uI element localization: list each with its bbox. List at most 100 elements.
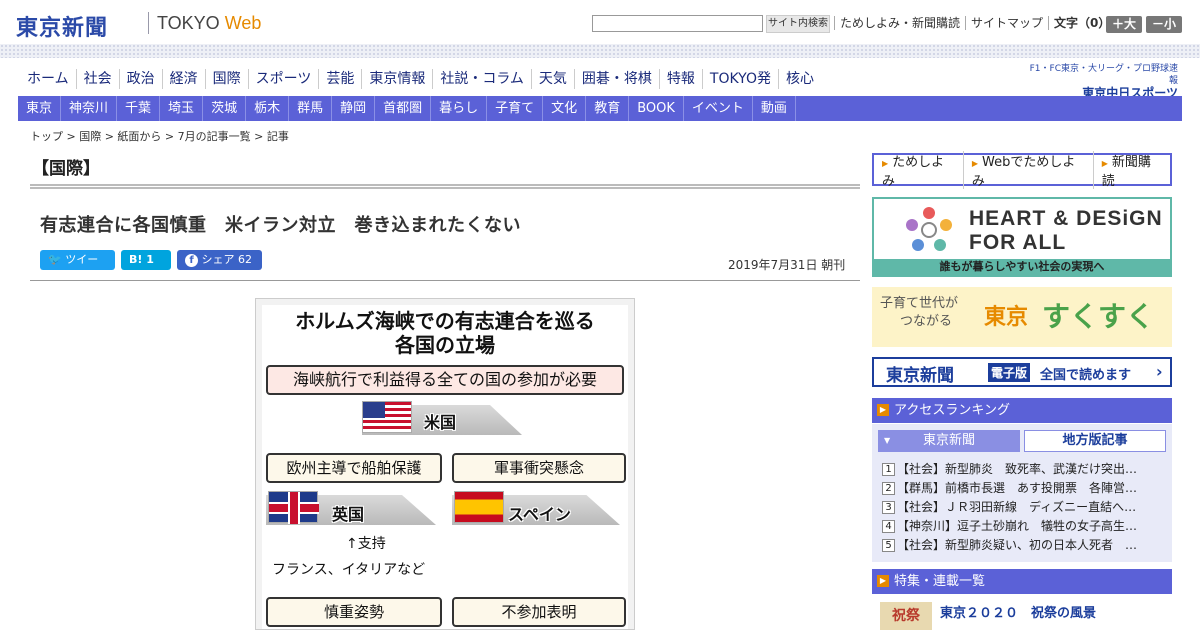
ranking-list: 1 【社会】新型肺炎 致死率、武漢だけ突出… 2 【群馬】前橋市長選 あす投開票 各… <box>882 460 1164 555</box>
nav-tokyo-hatsu[interactable]: TOKYO発 <box>701 69 778 89</box>
nav-tokyo-info[interactable]: 東京情報 <box>361 69 432 89</box>
feature-thumbnail: 祝祭 <box>880 602 932 630</box>
sidebar-link-web-trial[interactable]: Webでためしよみ <box>964 150 1094 189</box>
support-label: ↑支持 <box>346 536 386 552</box>
reg-tochigi[interactable]: 栃木 <box>246 96 290 121</box>
us-label: 米国 <box>424 413 457 432</box>
sidebar-link-subscribe[interactable]: 新聞購読 <box>1094 151 1170 189</box>
reg-kosodate[interactable]: 子育て <box>487 96 544 121</box>
logo-sub-web: Web <box>224 13 262 33</box>
ranking-item-text: 【社会】ＪＲ羽田新線 ディズニー直結へ… <box>897 500 1137 514</box>
ranking-tab-tokyo[interactable]: 東京新聞 <box>878 430 1020 452</box>
uk-position-box: 欧州主導で船舶保護 <box>266 453 442 483</box>
e-shinbun-banner[interactable]: 東京新聞 電子版 全国で読めます › <box>872 357 1172 387</box>
tweet-button[interactable]: 🐦 ツイート <box>40 250 115 286</box>
nav-weather[interactable]: 天気 <box>530 69 574 89</box>
search-button[interactable]: サイト内検索 <box>766 15 830 33</box>
nav-kakushin[interactable]: 核心 <box>777 69 821 89</box>
e-shinbun-tag: 電子版 <box>988 363 1031 382</box>
nonparticipation-box: 不参加表明 <box>452 597 626 627</box>
nav-editorial[interactable]: 社説・コラム <box>432 69 531 89</box>
feature-item-title: 東京２０２０ 祝祭の風景 <box>940 606 1097 621</box>
article-headline: 有志連合に各国慎重 米イラン対立 巻き込まれたくない <box>40 215 521 236</box>
site-header: 東京新聞 TOKYO Web サイト内検索 ためしよみ・新聞購読 サイトマップ … <box>0 0 1200 46</box>
heart-design-banner[interactable]: HEART & DESiGN FOR ALL 誰もが暮らしやすい社会の実現へ <box>872 197 1172 277</box>
access-ranking-header: アクセスランキング <box>872 398 1172 423</box>
section-title: 【国際】 <box>32 159 100 179</box>
reg-gunma[interactable]: 群馬 <box>289 96 333 121</box>
font-larger-button[interactable]: ＋大 <box>1106 16 1142 33</box>
article-infographic[interactable]: ホルムズ海峡での有志連合を巡る 各国の立場 海峡航行で利益得る全ての国の参加が必… <box>255 298 635 630</box>
nav-home[interactable]: ホーム <box>20 69 76 89</box>
nav-tokuho[interactable]: 特報 <box>658 69 702 89</box>
search-input[interactable] <box>592 15 763 32</box>
infographic-title: ホルムズ海峡での有志連合を巡る 各国の立場 <box>262 309 628 357</box>
ranking-item-text: 【群馬】前橋市長選 あす投開票 各陣営… <box>897 481 1138 495</box>
font-smaller-button[interactable]: －小 <box>1146 16 1182 33</box>
top-link-subscribe[interactable]: ためしよみ・新聞購読 <box>834 16 965 30</box>
ranking-item[interactable]: 1 【社会】新型肺炎 致死率、武漢だけ突出… <box>882 460 1164 479</box>
ranking-item[interactable]: 4 【神奈川】逗子土砂崩れ 犠牲の女子高生… <box>882 517 1164 536</box>
logo-divider <box>148 12 149 34</box>
site-logo-sub[interactable]: TOKYO Web <box>157 13 261 34</box>
sukusuku-tagline-line2: つながる <box>900 314 953 329</box>
chevron-right-icon: › <box>1156 362 1163 381</box>
reg-book[interactable]: BOOK <box>629 96 684 121</box>
sukusuku-tokyo: 東京 <box>984 305 1029 330</box>
reg-saitama[interactable]: 埼玉 <box>160 96 204 121</box>
ranking-item[interactable]: 3 【社会】ＪＲ羽田新線 ディズニー直結へ… <box>882 498 1164 517</box>
reg-kyoiku[interactable]: 教育 <box>586 96 630 121</box>
ranking-tab-local[interactable]: 地方版記事 <box>1024 430 1166 452</box>
tokyo-sukusuku-banner[interactable]: 子育て世代が つながる 東京 すくすく <box>872 287 1172 347</box>
top-links: ためしよみ・新聞購読 サイトマップ 文字（0） <box>834 16 1115 30</box>
rank-number: 2 <box>882 482 895 495</box>
nav-society[interactable]: 社会 <box>75 69 119 89</box>
article-divider <box>30 280 860 281</box>
feature-item[interactable]: 祝祭 東京２０２０ 祝祭の風景 <box>880 600 1170 630</box>
sidebar-link-trial[interactable]: ためしよみ <box>874 150 964 189</box>
regional-nav: 東京 神奈川 千葉 埼玉 茨城 栃木 群馬 静岡 首都圏 暮らし 子育て 文化 … <box>18 96 1182 121</box>
header-divider <box>0 44 1200 58</box>
sidebar-subscribe-links: ためしよみ Webでためしよみ 新聞購読 <box>872 150 1172 189</box>
ranking-item[interactable]: 2 【群馬】前橋市長選 あす投開票 各陣営… <box>882 479 1164 498</box>
nav-entertainment[interactable]: 芸能 <box>318 69 361 89</box>
spain-position-box: 軍事衝突懸念 <box>452 453 626 483</box>
spain-flag-icon <box>454 491 504 523</box>
nav-politics[interactable]: 政治 <box>118 69 162 89</box>
breadcrumb[interactable]: トップ > 国際 > 紙面から > 7月の記事一覧 > 記事 <box>30 128 289 144</box>
heart-design-line1: HEART & DESiGN <box>969 207 1163 230</box>
infographic-title-line1: ホルムズ海峡での有志連合を巡る <box>295 309 595 333</box>
access-ranking-panel: 東京新聞 地方版記事 1【社会】新型肺炎 致死率、武漢だけ突出… 2【群馬】前橋… <box>872 424 1172 562</box>
chunichi-sports-banner[interactable]: F1・FC東京・大リーグ・プロ野球速報 東京中日スポーツ <box>1026 63 1178 99</box>
reg-shizuoka[interactable]: 静岡 <box>332 96 376 121</box>
reg-shutoken[interactable]: 首都圏 <box>375 96 432 121</box>
rank-number: 4 <box>882 520 895 533</box>
top-link-sitemap[interactable]: サイトマップ <box>965 16 1048 30</box>
infographic-title-line2: 各国の立場 <box>395 333 495 357</box>
hatena-bookmark-button[interactable]: B! 1 <box>121 250 171 270</box>
main-nav: ホーム 社会 政治 経済 国際 スポーツ 芸能 東京情報 社説・コラム 天気 囲… <box>20 69 821 89</box>
e-shinbun-text: 全国で読めます <box>1040 368 1132 383</box>
facebook-icon: f <box>185 254 198 267</box>
reg-kurashi[interactable]: 暮らし <box>431 96 488 121</box>
reg-tokyo[interactable]: 東京 <box>18 96 62 121</box>
nav-economy[interactable]: 経済 <box>161 69 205 89</box>
e-shinbun-logo: 東京新聞 <box>886 366 954 386</box>
reg-video[interactable]: 動画 <box>753 96 796 121</box>
spain-label: スペイン <box>508 505 571 524</box>
site-logo[interactable]: 東京新聞 <box>16 10 108 42</box>
support-countries: フランス、イタリアなど <box>272 562 426 578</box>
article-date: 2019年7月31日 朝刊 <box>728 258 846 272</box>
facebook-share-button[interactable]: f シェア 62 <box>177 250 262 270</box>
nav-sports[interactable]: スポーツ <box>247 69 319 89</box>
heart-design-caption: 誰もが暮らしやすい社会の実現へ <box>874 259 1170 275</box>
nav-international[interactable]: 国際 <box>204 69 248 89</box>
reg-chiba[interactable]: 千葉 <box>117 96 161 121</box>
reg-kanagawa[interactable]: 神奈川 <box>61 96 118 121</box>
nav-igo-shogi[interactable]: 囲碁・将棋 <box>573 69 659 89</box>
reg-bunka[interactable]: 文化 <box>543 96 587 121</box>
reg-event[interactable]: イベント <box>684 96 753 121</box>
ranking-item[interactable]: 5 【社会】新型肺炎疑い、初の日本人死者 … <box>882 536 1164 555</box>
heart-design-logo-icon <box>906 207 952 251</box>
reg-ibaraki[interactable]: 茨城 <box>203 96 247 121</box>
